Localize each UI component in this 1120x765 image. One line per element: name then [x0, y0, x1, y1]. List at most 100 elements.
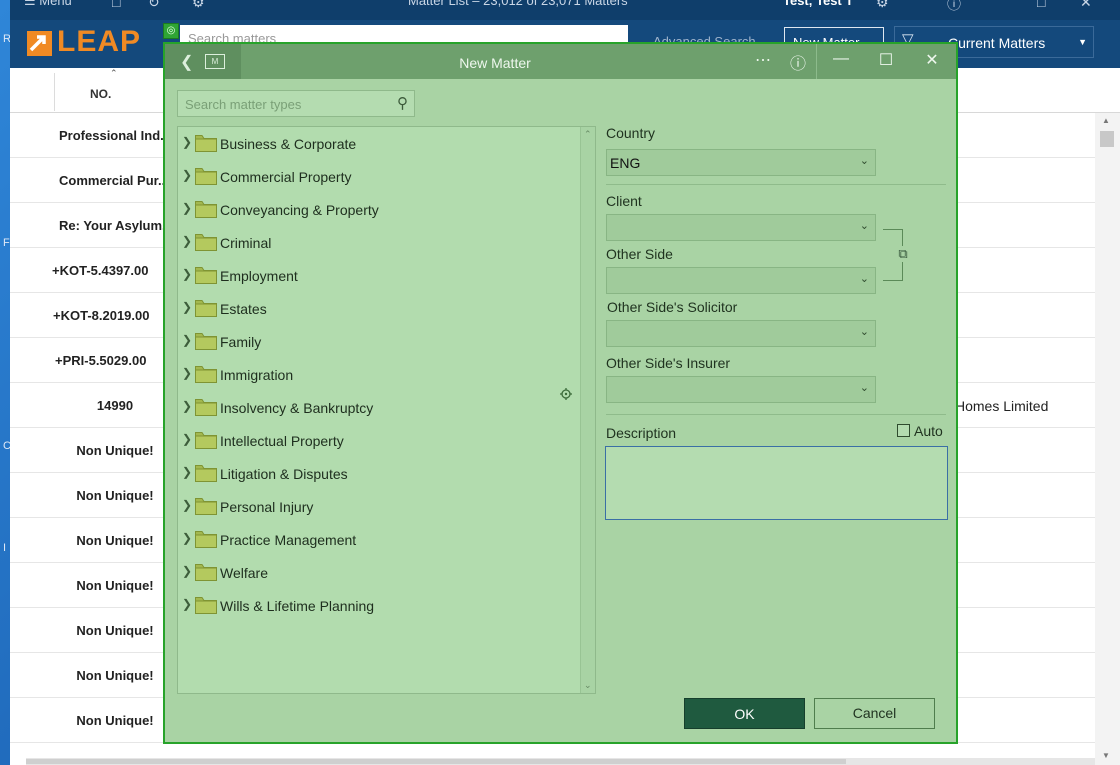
scroll-thumb[interactable] — [26, 759, 846, 764]
save-icon[interactable]: □ — [112, 0, 120, 10]
chevron-right-icon[interactable]: ❯ — [182, 531, 192, 545]
chevron-right-icon[interactable]: ❯ — [182, 465, 192, 479]
maximize-icon[interactable]: □ — [1037, 0, 1045, 10]
chevron-right-icon[interactable]: ❯ — [182, 135, 192, 149]
tree-item[interactable]: ❯ Insolvency & Bankruptcy — [178, 391, 578, 423]
tree-item[interactable]: ❯ Litigation & Disputes — [178, 457, 578, 489]
chevron-right-icon[interactable]: ❯ — [182, 267, 192, 281]
chevron-right-icon[interactable]: ❯ — [182, 564, 192, 578]
maximize-icon[interactable]: ☐ — [871, 50, 901, 70]
menu-button[interactable]: ☰ Menu — [24, 0, 72, 9]
swap-parties-icon[interactable]: ⧉ — [895, 246, 911, 262]
folder-icon — [195, 333, 217, 350]
description-label: Description — [606, 425, 677, 441]
chevron-down-icon: ⌄ — [859, 326, 869, 338]
folder-icon — [195, 168, 217, 185]
titlebar-divider — [816, 44, 817, 79]
chevron-right-icon[interactable]: ❯ — [182, 201, 192, 215]
tree-item-label: Insolvency & Bankruptcy — [220, 400, 374, 416]
chevron-right-icon[interactable]: ❯ — [182, 366, 192, 380]
client-select[interactable]: ⌄ — [606, 214, 876, 241]
tree-item[interactable]: ❯ Commercial Property — [178, 160, 578, 192]
scroll-thumb[interactable] — [1100, 131, 1114, 147]
tree-item[interactable]: ❯ Estates — [178, 292, 578, 324]
tree-item[interactable]: ❯ Wills & Lifetime Planning — [178, 589, 578, 621]
more-options-icon[interactable]: ⋯ — [748, 50, 778, 70]
column-divider — [54, 73, 55, 111]
matter-type-tree: ❯ Business & Corporate ❯ Commercial Propert… — [177, 126, 596, 694]
help-icon[interactable]: ⓘ — [783, 50, 813, 74]
chevron-right-icon[interactable]: ❯ — [182, 333, 192, 347]
other-side-solicitor-select[interactable]: ⌄ — [606, 320, 876, 347]
auto-checkbox[interactable] — [897, 424, 910, 437]
client-label: Client — [606, 193, 642, 209]
column-header-no[interactable]: NO. — [90, 87, 111, 101]
crosshair-icon[interactable] — [560, 387, 572, 400]
folder-icon — [195, 399, 217, 416]
tree-item[interactable]: ❯ Personal Injury — [178, 490, 578, 522]
refresh-icon[interactable]: ↻ — [148, 0, 160, 11]
country-select[interactable]: ENG ⌄ — [606, 149, 876, 176]
minimize-icon[interactable]: — — [826, 50, 856, 68]
tree-item[interactable]: ❯ Practice Management — [178, 523, 578, 555]
leap-logo-icon — [27, 31, 52, 56]
matter-type-search-input[interactable]: Search matter types ⚲ — [177, 90, 415, 117]
tree-scrollbar[interactable]: ⌃ ⌄ — [580, 127, 595, 693]
help-icon[interactable]: ⓘ — [947, 0, 961, 14]
ok-button[interactable]: OK — [684, 698, 805, 729]
horizontal-scrollbar[interactable] — [26, 758, 1095, 765]
search-icon[interactable]: ⚲ — [397, 94, 408, 112]
chevron-right-icon[interactable]: ❯ — [182, 432, 192, 446]
tree-item[interactable]: ❯ Welfare — [178, 556, 578, 588]
window-grip-icon[interactable]: ◎ — [163, 23, 179, 39]
tree-item-label: Litigation & Disputes — [220, 466, 348, 482]
tree-item-label: Personal Injury — [220, 499, 314, 515]
desktop-icon-label: F — [3, 237, 10, 249]
description-textarea[interactable] — [605, 446, 948, 520]
tree-item[interactable]: ❯ Intellectual Property — [178, 424, 578, 456]
tree-item[interactable]: ❯ Immigration — [178, 358, 578, 390]
vertical-scrollbar[interactable]: ▲ ▼ — [1095, 113, 1120, 765]
cancel-button[interactable]: Cancel — [814, 698, 935, 729]
other-side-insurer-select[interactable]: ⌄ — [606, 376, 876, 403]
auto-label[interactable]: Auto — [914, 423, 943, 439]
chevron-right-icon[interactable]: ❯ — [182, 300, 192, 314]
chevron-right-icon[interactable]: ❯ — [182, 168, 192, 182]
folder-icon — [195, 135, 217, 152]
tree-item-label: Estates — [220, 301, 267, 317]
divider — [606, 184, 946, 185]
folder-icon — [195, 597, 217, 614]
close-icon[interactable]: ✕ — [1080, 0, 1092, 11]
scroll-up-icon[interactable]: ▲ — [1102, 116, 1110, 125]
chevron-right-icon[interactable]: ❯ — [182, 234, 192, 248]
scroll-down-icon[interactable]: ⌄ — [584, 680, 592, 691]
chevron-right-icon[interactable]: ❯ — [182, 498, 192, 512]
chevron-right-icon[interactable]: ❯ — [182, 399, 192, 413]
chevron-down-icon: ⌄ — [859, 273, 869, 285]
tree-item[interactable]: ❯ Criminal — [178, 226, 578, 258]
folder-icon — [195, 498, 217, 515]
settings-icon[interactable]: ⚙ — [192, 0, 205, 11]
current-matters-label: Current Matters — [948, 35, 1046, 51]
tree-item-label: Intellectual Property — [220, 433, 344, 449]
folder-icon — [195, 234, 217, 251]
chevron-down-icon: ⌄ — [859, 155, 869, 167]
country-label: Country — [606, 125, 656, 141]
close-icon[interactable]: ✕ — [917, 50, 947, 70]
user-name[interactable]: Test, Test T — [783, 0, 853, 8]
notification-icon[interactable]: ⚙ — [876, 0, 889, 11]
tree-item-label: Welfare — [220, 565, 268, 581]
chevron-right-icon[interactable]: ❯ — [182, 597, 192, 611]
scroll-up-icon[interactable]: ⌃ — [584, 129, 592, 140]
folder-icon — [195, 201, 217, 218]
folder-icon — [195, 564, 217, 581]
scroll-down-icon[interactable]: ▼ — [1102, 751, 1110, 760]
sort-ascending-icon[interactable]: ⌃ — [110, 68, 118, 79]
tree-item-label: Wills & Lifetime Planning — [220, 598, 375, 614]
other-side-select[interactable]: ⌄ — [606, 267, 876, 294]
new-matter-dialog: ❮ M New Matter ⋯ ⓘ — ☐ ✕ Search matter t… — [163, 42, 958, 744]
tree-item[interactable]: ❯ Conveyancing & Property — [178, 193, 578, 225]
tree-item[interactable]: ❯ Family — [178, 325, 578, 357]
tree-item[interactable]: ❯ Business & Corporate — [178, 127, 578, 159]
tree-item[interactable]: ❯ Employment — [178, 259, 578, 291]
